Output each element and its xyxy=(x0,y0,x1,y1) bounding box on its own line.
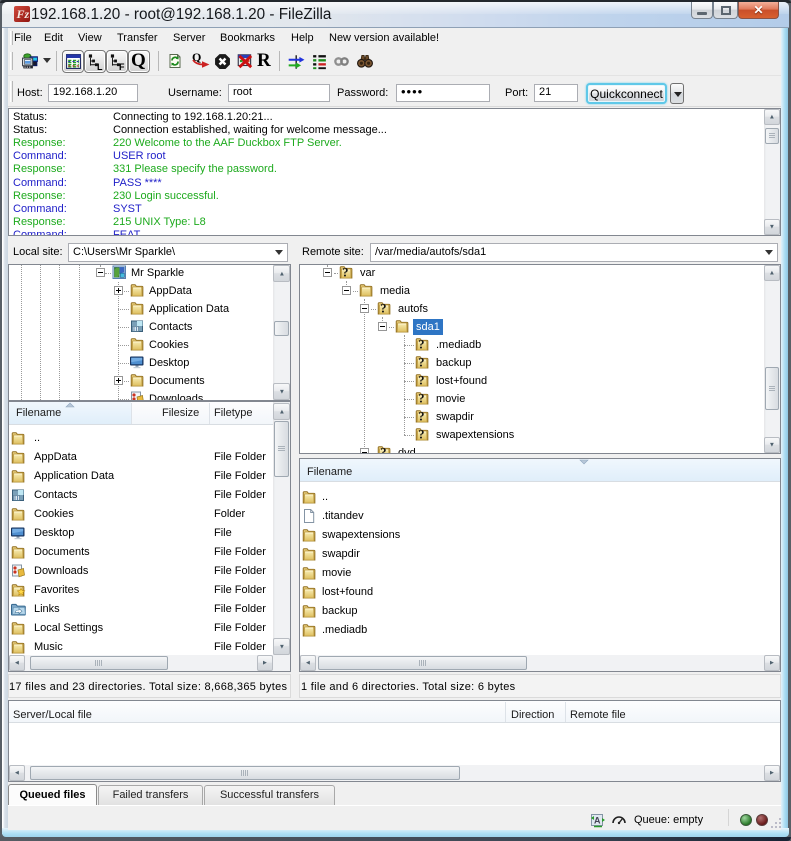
svg-text:?: ? xyxy=(418,428,424,442)
svg-text:?: ? xyxy=(418,392,424,406)
svg-text:?: ? xyxy=(418,374,424,388)
svg-text:?: ? xyxy=(342,266,348,280)
svg-text:?: ? xyxy=(418,338,424,352)
svg-text:?: ? xyxy=(418,410,424,424)
svg-text:?: ? xyxy=(380,302,386,316)
svg-text:?: ? xyxy=(380,446,386,453)
svg-text:?: ? xyxy=(418,356,424,370)
